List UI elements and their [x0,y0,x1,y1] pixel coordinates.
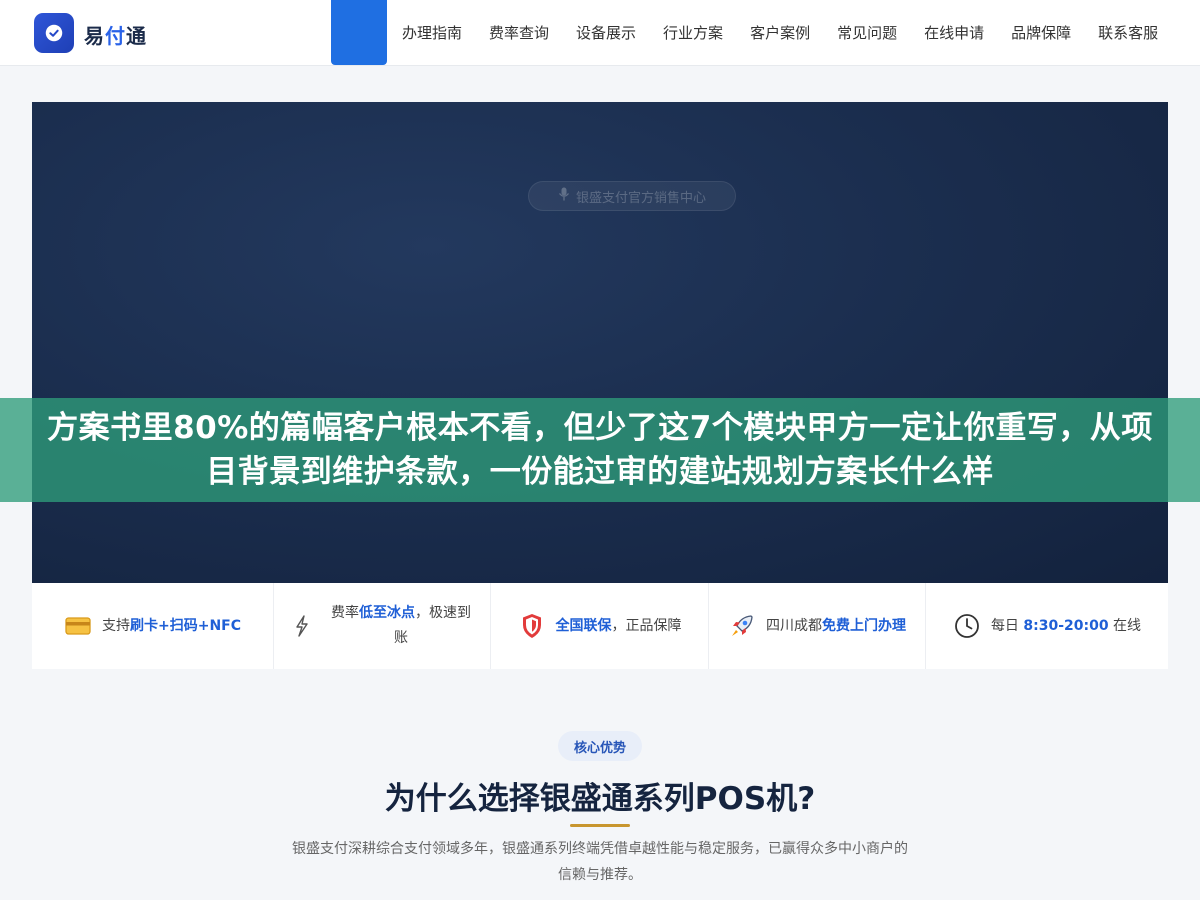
nav-item-devices[interactable]: 设备展示 [576,22,636,43]
nav-item-guide[interactable]: 办理指南 [402,22,462,43]
feature-text: 支持刷卡+扫码+NFC [102,614,241,639]
clock-icon [953,612,981,640]
feature-onsite-service: 四川成都免费上门办理 [709,583,926,669]
article-title: 方案书里80%的篇幅客户根本不看，但少了这7个模块甲方一定让你重写，从项目背景到… [47,410,1153,490]
nav-item-support[interactable]: 联系客服 [1098,22,1158,43]
hero-tag-text: 银盛支付官方销售中心 [575,190,706,206]
section-divider [570,824,630,827]
site-header: 易付通 办理指南 费率查询 设备展示 行业方案 客户案例 常见问题 在线申请 品… [0,0,1200,66]
feature-strip: 支持刷卡+扫码+NFC 费率低至冰点，极速到账 全国联保，正品保障 四川成都免费… [32,583,1168,669]
feature-pre: 支持 [101,617,130,634]
nav-item-cases[interactable]: 客户案例 [750,22,810,43]
feature-fee-rate: 费率低至冰点，极速到账 [274,583,491,669]
feature-post: 在线 [1108,617,1142,634]
feature-warranty: 全国联保，正品保障 [491,583,709,669]
feature-text: 全国联保，正品保障 [556,614,682,639]
feature-pre: 每日 [990,617,1024,634]
shield-icon [518,612,546,640]
feature-highlight: 刷卡+扫码+NFC [129,617,241,634]
feature-pre: 费率 [331,605,359,621]
microphone-icon [558,187,570,205]
nav-home-active[interactable] [331,0,387,65]
nav-item-solutions[interactable]: 行业方案 [663,22,723,43]
lightning-icon [288,612,316,640]
hero-tag: 银盛支付官方销售中心 [528,181,736,211]
logo-text[interactable]: 易付通 [84,20,147,49]
feature-text: 费率低至冰点，极速到账 [326,601,476,651]
check-circle-icon [45,24,63,42]
nav-item-faq[interactable]: 常见问题 [837,22,897,43]
rocket-icon [728,612,756,640]
feature-payment-methods: 支持刷卡+扫码+NFC [32,583,274,669]
feature-text: 四川成都免费上门办理 [766,614,906,639]
main-nav: 办理指南 费率查询 设备展示 行业方案 客户案例 常见问题 在线申请 品牌保障 … [402,22,1158,43]
feature-highlight: 免费上门办理 [822,617,906,634]
section-title: 为什么选择银盛通系列POS机? [384,781,816,817]
logo-text-part-1: 易 [84,24,105,48]
nav-item-apply[interactable]: 在线申请 [924,22,984,43]
feature-pre: 四川成都 [766,617,822,634]
hero-banner: 银盛支付官方销售中心 [32,102,1168,583]
card-icon [64,612,92,640]
feature-text: 每日 8:30-20:00 在线 [991,614,1141,639]
nav-item-brand[interactable]: 品牌保障 [1011,22,1071,43]
feature-highlight: 全国联保 [555,617,612,634]
feature-highlight: 8:30-20:00 [1023,617,1109,634]
section-description: 银盛支付深耕综合支付领域多年，银盛通系列终端凭借卓越性能与稳定服务，已赢得众多中… [292,841,908,883]
logo-text-part-2: 付 [105,24,126,48]
logo-check-icon[interactable] [34,13,74,53]
feature-online-hours: 每日 8:30-20:00 在线 [926,583,1168,669]
nav-item-rates[interactable]: 费率查询 [489,22,549,43]
feature-highlight: 低至冰点 [359,605,415,621]
feature-post: ，正品保障 [611,617,682,634]
article-title-band: 方案书里80%的篇幅客户根本不看，但少了这7个模块甲方一定让你重写，从项目背景到… [0,398,1200,502]
logo-text-part-3: 通 [126,24,147,48]
section-badge: 核心优势 [558,731,642,761]
